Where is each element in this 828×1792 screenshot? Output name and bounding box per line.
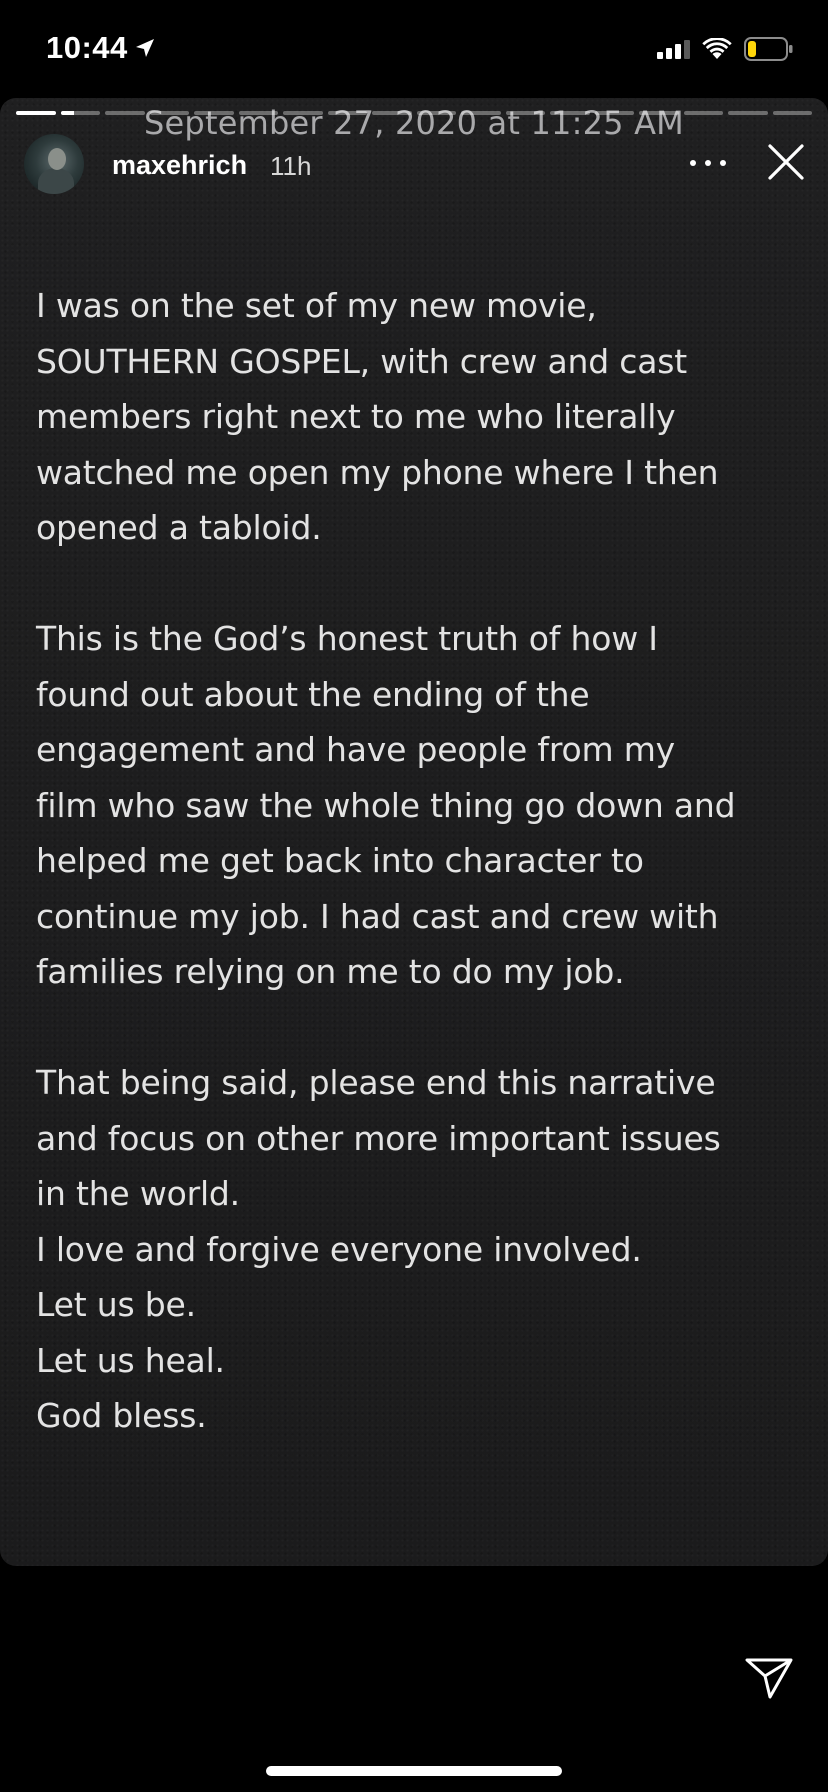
- battery-low-icon: [744, 37, 793, 61]
- story-paragraph-3: That being said, please end this narrati…: [36, 1063, 721, 1435]
- progress-segment: [772, 111, 812, 115]
- more-dots-icon[interactable]: [690, 148, 726, 178]
- progress-segment: [105, 111, 145, 115]
- progress-fill: [16, 111, 56, 115]
- location-arrow-icon: [135, 39, 154, 57]
- progress-segment: [149, 111, 189, 115]
- username[interactable]: maxehrich: [112, 150, 247, 181]
- progress-fill: [60, 111, 75, 115]
- progress-segment: [16, 111, 56, 115]
- progress-segment: [639, 111, 679, 115]
- story-date-overlay: September 27, 2020 at 11:25 AM: [144, 104, 684, 142]
- story-paragraph-1: I was on the set of my new movie, SOUTHE…: [36, 286, 719, 547]
- progress-segment: [550, 111, 590, 115]
- progress-segment: [461, 111, 501, 115]
- progress-segment: [505, 111, 545, 115]
- progress-segment: [416, 111, 456, 115]
- progress-segment: [60, 111, 100, 115]
- progress-segment: [327, 111, 367, 115]
- cellular-signal-icon: [657, 39, 690, 59]
- story-text: I was on the set of my new movie, SOUTHE…: [36, 278, 796, 1444]
- avatar[interactable]: [24, 134, 84, 194]
- close-icon[interactable]: [766, 142, 806, 182]
- status-icons: [657, 37, 794, 61]
- wifi-icon: [702, 38, 732, 59]
- progress-segment: [372, 111, 412, 115]
- status-bar: 10:44: [0, 0, 828, 96]
- story-card[interactable]: September 27, 2020 at 11:25 AM maxehrich…: [0, 98, 828, 1566]
- story-paragraph-2: This is the God’s honest truth of how I …: [36, 619, 736, 991]
- progress-segment: [283, 111, 323, 115]
- progress-segment: [728, 111, 768, 115]
- send-paper-plane-icon[interactable]: [744, 1656, 794, 1700]
- story-progress-bars: [16, 111, 812, 115]
- progress-segment: [683, 111, 723, 115]
- status-time-text: 10:44: [46, 30, 128, 65]
- home-indicator[interactable]: [266, 1766, 562, 1776]
- status-time: 10:44: [46, 30, 156, 66]
- progress-segment: [238, 111, 278, 115]
- story-time-ago: 11h: [270, 151, 312, 181]
- progress-segment: [194, 111, 234, 115]
- progress-segment: [594, 111, 634, 115]
